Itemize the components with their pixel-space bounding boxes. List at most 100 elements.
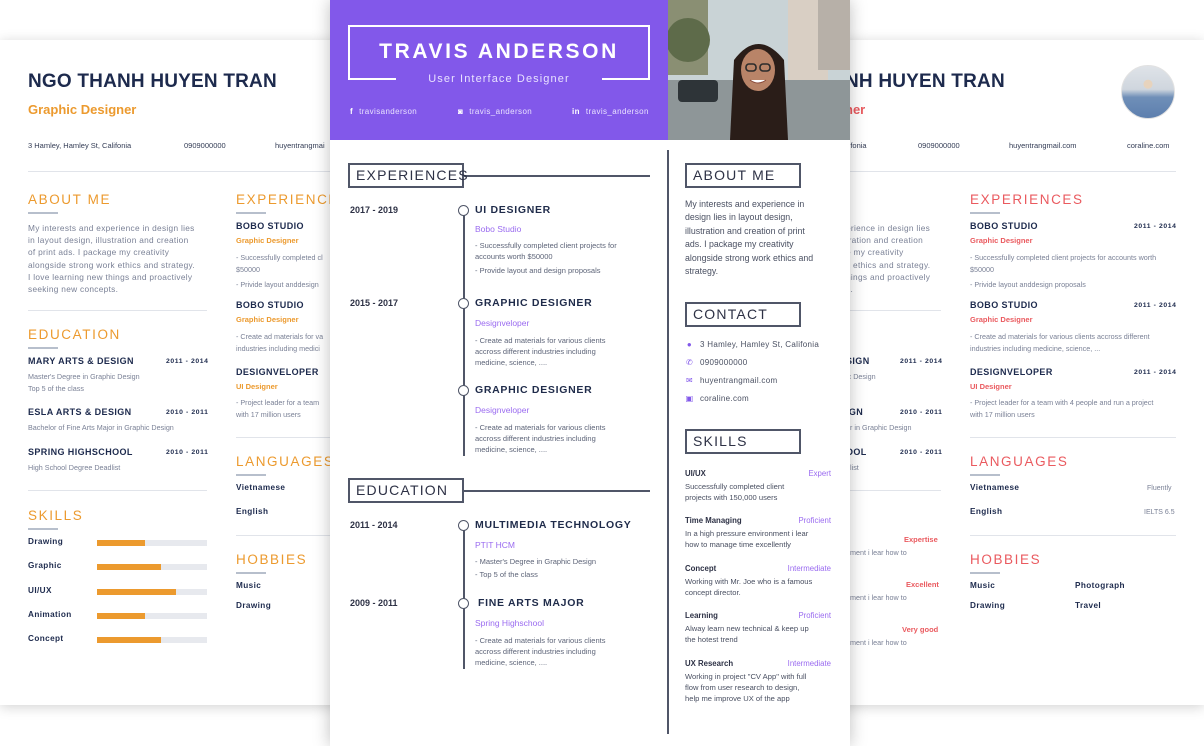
experience-line: - Project leader for a team — [236, 398, 320, 407]
resume-card-right[interactable]: NH HUYEN TRAN ner lifonia 0909000000 huy… — [840, 40, 1204, 705]
contact-email[interactable]: ✉ huyentrangmail.com — [685, 376, 777, 385]
about-text: My interests and experience in design li… — [28, 222, 195, 295]
divider — [28, 310, 207, 311]
skill-description: projects with 150,000 users — [685, 493, 778, 503]
experience-company: BOBO STUDIO — [236, 221, 304, 231]
experience-title: GRAPHIC DESIGNER — [475, 384, 593, 396]
avatar — [1121, 65, 1175, 119]
social-facebook[interactable]: f travisanderson — [350, 107, 417, 116]
about-line: seeking new concepts. — [28, 284, 119, 295]
experience-role: Graphic Designer — [236, 236, 299, 245]
timeline-dot — [458, 520, 469, 531]
experience-line: - Create ad materials for va — [236, 332, 324, 341]
section-underline — [236, 212, 266, 214]
section-underline — [970, 474, 1000, 476]
resume-card-center[interactable]: TRAVIS ANDERSON User Interface Designer … — [330, 0, 850, 746]
education-years: 2011 - 2014 — [350, 520, 398, 530]
contact-email: huyentrangmai — [275, 141, 325, 150]
profile-photo — [668, 0, 850, 140]
contact-text: 0909000000 — [700, 358, 748, 367]
timeline-dot — [458, 298, 469, 309]
skill-name: Concept — [28, 634, 64, 644]
education-line: - Create ad materials for various client… — [475, 636, 606, 645]
experience-company: BOBO STUDIO — [236, 300, 304, 310]
about-line: ads. I package my creativity — [685, 239, 794, 250]
about-line: hings and proactively — [846, 271, 931, 282]
hobby-item: Music — [236, 581, 262, 590]
experience-line: - Successfully completed cl — [236, 253, 323, 262]
skill-level: Expertise — [904, 535, 938, 544]
about-line: in layout design, illustration and creat… — [28, 235, 189, 246]
experience-line: - Create ad materials for various client… — [475, 423, 606, 432]
education-years: 2010 - 2011 — [166, 409, 209, 416]
experience-company: Designveloper — [475, 405, 530, 415]
hobby-item: Drawing — [236, 601, 272, 610]
contact-website[interactable]: ▣ coraline.com — [685, 394, 749, 403]
resume-card-left[interactable]: NGO THANH HUYEN TRAN Graphic Designer 3 … — [0, 40, 345, 705]
skill-description: help me improve UX of the app — [685, 694, 790, 704]
language-name: English — [236, 507, 269, 516]
skill-level: Proficient — [798, 611, 831, 620]
language-name: Vietnamese — [970, 483, 1020, 492]
skill-description: Working in project "CV App" with full — [685, 672, 807, 681]
education-school: PTIT HCM — [475, 540, 515, 550]
skill-description: the hotest trend — [685, 635, 738, 645]
hobby-item: Photograph — [1075, 581, 1125, 590]
language-level: IELTS 6.5 — [1144, 509, 1175, 516]
experience-line: with 17 million users — [236, 410, 301, 419]
section-underline — [236, 474, 266, 476]
experience-company: BOBO STUDIO — [970, 221, 1038, 231]
about-line: erience in design lies — [846, 223, 931, 233]
divider — [236, 535, 345, 536]
education-years: 2010 - 2011 — [900, 449, 943, 456]
section-title-about: ABOUT ME — [685, 163, 801, 188]
skill-name: UX Research — [685, 659, 734, 668]
skill-level: Intermediate — [787, 659, 831, 668]
contact-phone: ✆ 0909000000 — [685, 358, 748, 367]
language-level: Fluently — [1147, 485, 1172, 492]
divider — [840, 171, 1176, 172]
section-underline — [28, 347, 58, 349]
section-underline — [28, 528, 58, 530]
skill-bar — [97, 540, 207, 546]
skill-name: Time Managing — [685, 516, 742, 525]
hobby-item: Travel — [1075, 601, 1102, 610]
experience-company: DESIGNVELOPER — [970, 367, 1053, 377]
contact-address: 3 Hamley, Hamley St, Califonia — [28, 141, 132, 150]
social-instagram[interactable]: ◙ travis_anderson — [458, 107, 532, 116]
contact-email: huyentrangmail.com — [1009, 141, 1077, 150]
experience-line: $50000 — [236, 265, 260, 274]
experience-line: $50000 — [970, 265, 994, 274]
section-title-hobbies: HOBBIES — [970, 552, 1042, 567]
education-line: ic Design — [846, 372, 876, 381]
experience-line: - Privide layout anddesign — [236, 280, 319, 289]
contact-text: coraline.com — [700, 394, 749, 403]
education-line: High School Degree Deadlist — [28, 463, 121, 472]
skill-line: nment i lear how to — [846, 548, 907, 557]
hobby-item: Music — [970, 581, 996, 590]
education-school: ESLA ARTS & DESIGN — [28, 407, 132, 417]
education-years: 2010 - 2011 — [900, 409, 943, 416]
timeline-dot — [458, 205, 469, 216]
social-handle: travis_anderson — [469, 107, 533, 116]
timeline-line — [463, 210, 465, 456]
social-linkedin[interactable]: in travis_anderson — [572, 107, 649, 116]
education-title: MULTIMEDIA TECHNOLOGY — [475, 519, 632, 531]
contact-text: huyentrangmail.com — [700, 376, 778, 385]
experience-years: 2011 - 2014 — [1134, 369, 1177, 376]
header-banner: TRAVIS ANDERSON User Interface Designer … — [330, 0, 668, 140]
skill-bar-fill — [97, 588, 177, 595]
about-line: alongside strong work ethics and — [685, 252, 814, 263]
section-title-skills: SKILLS — [685, 429, 801, 454]
about-line: k ethics and strategy. — [846, 259, 931, 270]
experience-line: industries including medici — [236, 344, 320, 353]
education-line: - Top 5 of the class — [475, 570, 538, 579]
section-title-languages: LANGUAGES — [970, 454, 1069, 469]
skill-name: Drawing — [28, 537, 64, 546]
education-years: 2010 - 2011 — [166, 449, 209, 456]
experience-role: Graphic Designer — [970, 236, 1033, 245]
about-line: s. — [846, 283, 930, 295]
divider — [28, 171, 345, 172]
section-title-skills: SKILLS — [28, 508, 84, 523]
skill-bar-fill — [97, 612, 146, 619]
